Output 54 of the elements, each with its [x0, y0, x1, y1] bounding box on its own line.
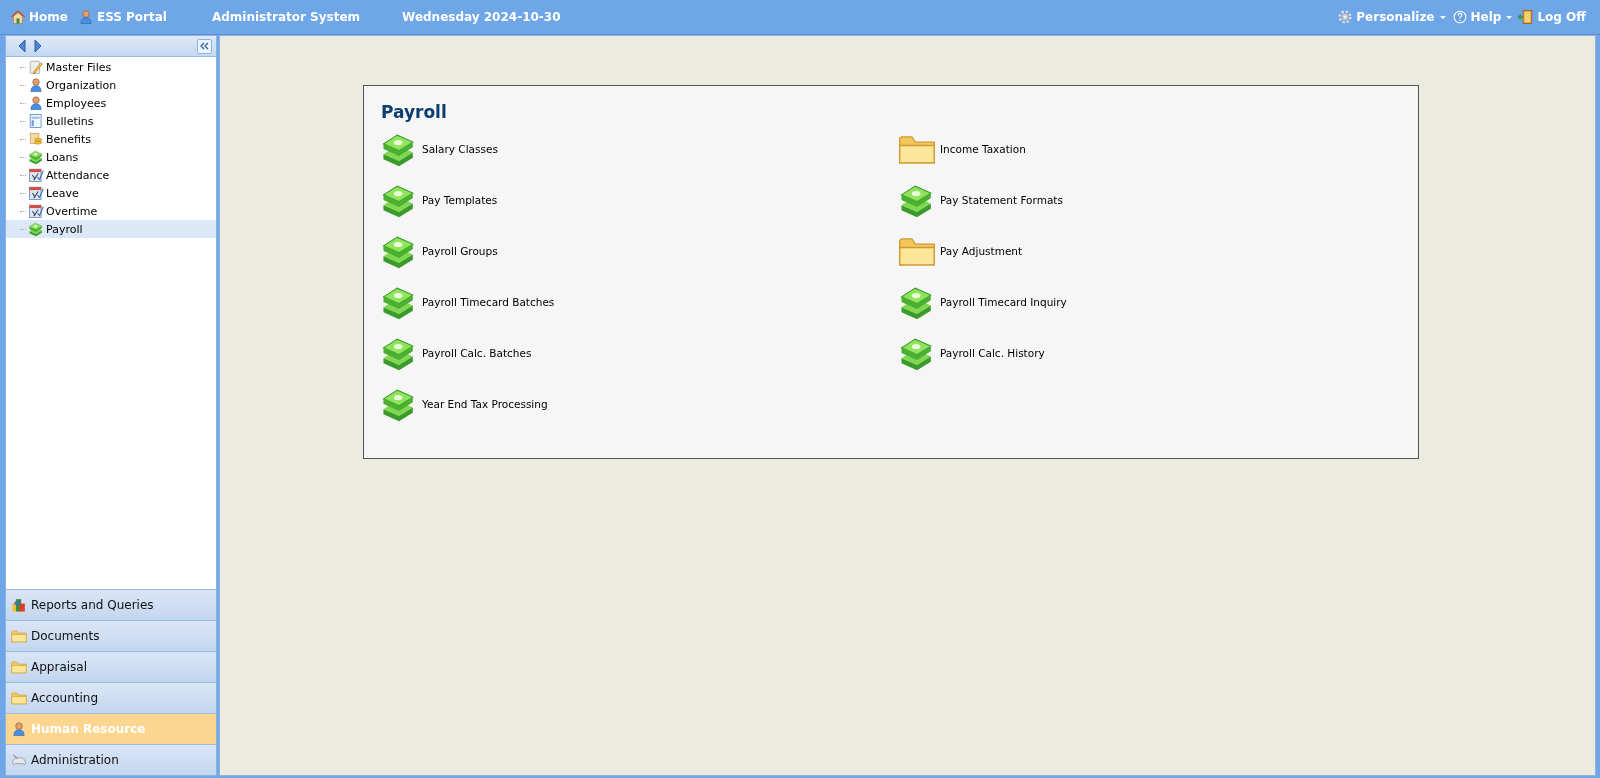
panel-title: Payroll [381, 102, 448, 122]
module-tab[interactable]: Reports and Queries [6, 589, 216, 620]
menu-link[interactable]: Salary Classes [380, 130, 498, 168]
folder-icon [11, 690, 27, 706]
back-button[interactable] [16, 39, 28, 53]
menu-link[interactable]: Pay Templates [380, 181, 498, 219]
door-icon [1518, 9, 1535, 25]
tree-item[interactable]: Attendance [6, 166, 216, 184]
menu-link[interactable]: Payroll Timecard Batches [380, 283, 555, 321]
tree-item[interactable]: Loans [6, 148, 216, 166]
tree-item[interactable]: Overtime [6, 202, 216, 220]
person-icon [28, 95, 44, 111]
menu-link[interactable]: Income Taxation [898, 130, 1026, 168]
system-name: Administrator System [211, 10, 361, 24]
module-tab[interactable]: Accounting [6, 682, 216, 713]
module-tab[interactable]: Documents [6, 620, 216, 651]
menu-link[interactable]: Payroll Calc. Batches [380, 334, 532, 372]
calendar-icon [28, 185, 44, 201]
gamepad-icon [11, 752, 27, 768]
double-chevron-icon [200, 42, 209, 50]
person-icon [11, 721, 27, 737]
folder-icon [11, 659, 27, 675]
tree-item[interactable]: Payroll [6, 220, 216, 238]
tree-item[interactable]: Employees [6, 94, 216, 112]
person-icon [77, 9, 94, 25]
menu-link[interactable]: Payroll Calc. History [898, 334, 1045, 372]
folder-icon [11, 628, 27, 644]
module-tab[interactable]: Appraisal [6, 651, 216, 682]
tree-item[interactable]: Benefits [6, 130, 216, 148]
menu-link[interactable]: Payroll Groups [380, 232, 498, 270]
chart-blocks-icon [11, 597, 27, 613]
tree-item[interactable]: Leave [6, 184, 216, 202]
money-stack-icon [28, 149, 44, 165]
help-icon [1451, 9, 1468, 25]
tree-item[interactable]: Bulletins [6, 112, 216, 130]
module-tab[interactable]: Administration [6, 744, 216, 775]
calendar-icon [28, 167, 44, 183]
current-date: Wednesday 2024-10-30 [402, 10, 561, 24]
money-stack-icon [28, 221, 44, 237]
menu-link[interactable]: Pay Statement Formats [898, 181, 1063, 219]
menu-link[interactable]: Year End Tax Processing [380, 385, 548, 423]
home-icon [10, 9, 26, 25]
calendar-icon [28, 203, 44, 219]
collapse-button[interactable] [197, 38, 212, 54]
person-icon [28, 77, 44, 93]
bulletin-icon [28, 113, 44, 129]
menu-link[interactable]: Pay Adjustment [898, 232, 1023, 270]
pencil-document-icon [28, 59, 44, 75]
settings-icon [1337, 9, 1354, 25]
tree-item[interactable]: Master Files [6, 58, 216, 76]
forward-button[interactable] [32, 39, 44, 53]
coins-icon [28, 131, 44, 147]
menu-link[interactable]: Payroll Timecard Inquiry [898, 283, 1067, 321]
tree-item[interactable]: Organization [6, 76, 216, 94]
